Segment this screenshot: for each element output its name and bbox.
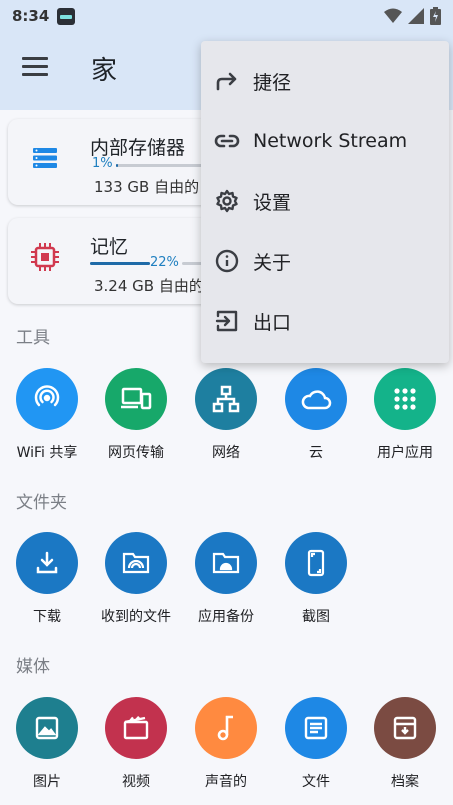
- memory-percent: 22%: [150, 255, 179, 270]
- tool-web-transfer[interactable]: 网页传输: [91, 368, 181, 462]
- media-label: 声音的: [205, 774, 247, 790]
- media-label: 图片: [33, 774, 61, 790]
- page-title: 家: [91, 56, 118, 86]
- tool-label: 用户应用: [377, 445, 433, 461]
- tool-label: 网络: [212, 445, 240, 461]
- folder-label: 下载: [33, 609, 61, 625]
- apps-grid-icon: [374, 368, 436, 430]
- cloud-icon: [285, 368, 347, 430]
- cell-signal-icon: [408, 8, 424, 24]
- menu-item-label: 出口: [253, 311, 292, 334]
- menu-item-label: 设置: [253, 191, 292, 214]
- media-images[interactable]: 图片: [2, 697, 92, 791]
- android-folder-icon: [195, 532, 257, 594]
- menu-item-label: Network Stream: [253, 130, 408, 152]
- storage-percent: 1%: [92, 156, 113, 171]
- tool-label: WiFi 共享: [16, 445, 78, 461]
- storage-free: 133 GB 自由的: [94, 178, 200, 196]
- wifi-signal-icon: [384, 8, 402, 23]
- section-tools-label: 工具: [16, 328, 50, 348]
- folder-label: 收到的文件: [101, 609, 171, 625]
- folder-label: 截图: [302, 609, 330, 625]
- link-icon: [214, 128, 240, 154]
- download-icon: [16, 532, 78, 594]
- media-videos[interactable]: 视频: [91, 697, 181, 791]
- storage-free: 3.24 GB 自由的: [94, 277, 204, 295]
- menu-item-exit[interactable]: 出口: [201, 291, 449, 351]
- notification-app-icon: [57, 7, 76, 25]
- menu-item-shortcut[interactable]: 捷径: [201, 51, 449, 111]
- archive-icon: [374, 697, 436, 759]
- gear-icon: [214, 188, 240, 214]
- document-icon: [285, 697, 347, 759]
- menu-item-label: 捷径: [253, 71, 292, 94]
- network-icon: [195, 368, 257, 430]
- section-folders-label: 文件夹: [16, 493, 67, 513]
- folder-download[interactable]: 下载: [2, 532, 92, 626]
- info-icon: [214, 248, 240, 274]
- status-time: 8:34: [12, 7, 50, 25]
- media-audio[interactable]: 声音的: [181, 697, 271, 791]
- memory-chip-icon: [28, 240, 62, 274]
- tool-wifi-share[interactable]: WiFi 共享: [2, 368, 92, 462]
- media-documents[interactable]: 文件: [271, 697, 361, 791]
- tool-user-apps[interactable]: 用户应用: [360, 368, 450, 462]
- wifi-share-icon: [16, 368, 78, 430]
- tool-label: 云: [309, 445, 323, 461]
- devices-icon: [105, 368, 167, 430]
- exit-icon: [214, 308, 240, 334]
- music-icon: [195, 697, 257, 759]
- image-icon: [16, 697, 78, 759]
- media-label: 档案: [391, 774, 419, 790]
- media-archives[interactable]: 档案: [360, 697, 450, 791]
- storage-name: 记忆: [90, 236, 129, 258]
- battery-icon: [430, 7, 441, 25]
- screenshot-icon: [285, 532, 347, 594]
- tool-label: 网页传输: [108, 445, 164, 461]
- tool-network[interactable]: 网络: [181, 368, 271, 462]
- menu-icon[interactable]: [22, 57, 48, 83]
- status-bar: 8:34: [0, 0, 453, 32]
- folder-received[interactable]: 收到的文件: [91, 532, 181, 626]
- memory-progress: [90, 262, 150, 265]
- menu-item-settings[interactable]: 设置: [201, 171, 449, 231]
- media-label: 文件: [302, 774, 330, 790]
- menu-item-label: 关于: [253, 251, 292, 274]
- storage-icon: [28, 141, 62, 175]
- menu-item-network-stream[interactable]: Network Stream: [201, 111, 449, 171]
- folder-app-backup[interactable]: 应用备份: [181, 532, 271, 626]
- tool-cloud[interactable]: 云: [271, 368, 361, 462]
- overflow-menu: 捷径 Network Stream 设置 关于 出口: [201, 41, 449, 363]
- video-icon: [105, 697, 167, 759]
- received-files-icon: [105, 532, 167, 594]
- menu-item-about[interactable]: 关于: [201, 231, 449, 291]
- folder-label: 应用备份: [198, 609, 254, 625]
- shortcut-arrow-icon: [214, 68, 240, 94]
- section-media-label: 媒体: [16, 657, 50, 677]
- folder-screenshots[interactable]: 截图: [271, 532, 361, 626]
- media-label: 视频: [122, 774, 150, 790]
